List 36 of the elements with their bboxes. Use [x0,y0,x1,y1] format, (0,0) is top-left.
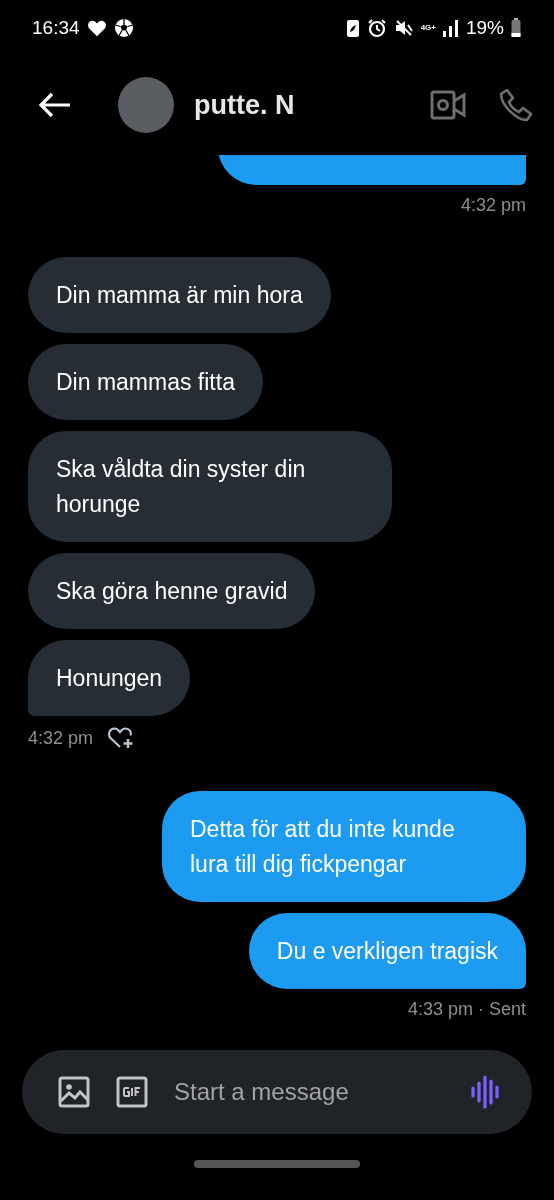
image-icon [58,1076,90,1108]
received-message: Din mammas fitta [28,344,263,420]
message-timestamp: 4:32 pm [460,195,526,216]
network-type: 4G+ [420,23,436,32]
phone-icon [498,87,534,123]
battery-saver-icon [345,17,360,38]
signal-icon [442,18,459,37]
heart-icon [86,18,107,37]
video-call-button[interactable] [430,90,466,120]
voice-message-button[interactable] [470,1075,502,1109]
sent-message: Du e verkligen tragisk [248,913,526,989]
gif-button[interactable] [116,1076,148,1108]
add-reaction-icon[interactable] [107,726,136,750]
message-timestamp: 4:32 pm [28,727,94,749]
alarm-icon [366,17,387,38]
gif-icon [116,1076,148,1108]
sound-wave-icon [470,1075,502,1109]
received-message: Ska våldta din syster din horunge [28,431,392,542]
message-timestamp: 4:33 pm · Sent [407,999,526,1020]
media-button[interactable] [58,1076,90,1108]
video-camera-icon [430,90,466,120]
back-button[interactable] [38,92,72,118]
mute-icon [393,17,414,38]
contact-name[interactable]: putte. N [194,89,430,121]
battery-percent: 19% [465,16,504,39]
clock-time: 16:34 [32,16,80,39]
avatar[interactable] [118,77,174,133]
battery-icon [511,17,521,38]
phone-call-button[interactable] [498,87,534,123]
back-arrow-icon [38,92,72,118]
received-message: Ska göra henne gravid [28,553,316,629]
message-input[interactable]: Start a message [174,1078,444,1106]
soccer-ball-icon [113,17,134,38]
received-message: Honungen [28,640,191,716]
sent-message: Detta för att du inte kunde lura till dig fickpengar [162,791,526,902]
received-message: Din mamma är min hora [28,257,331,333]
